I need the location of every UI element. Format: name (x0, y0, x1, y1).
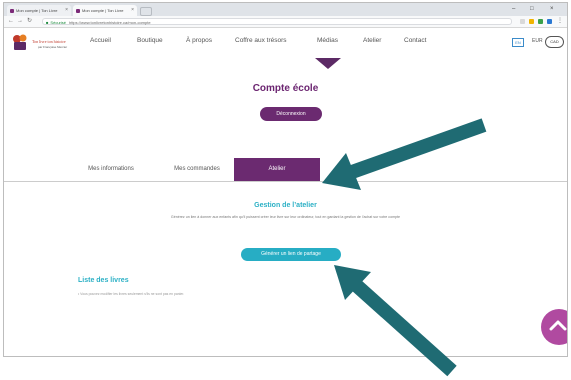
annotation-arrows (322, 118, 487, 377)
arrow-pointing-to-atelier-tab-icon (322, 118, 487, 190)
arrow-pointing-to-share-button-icon (334, 265, 457, 377)
